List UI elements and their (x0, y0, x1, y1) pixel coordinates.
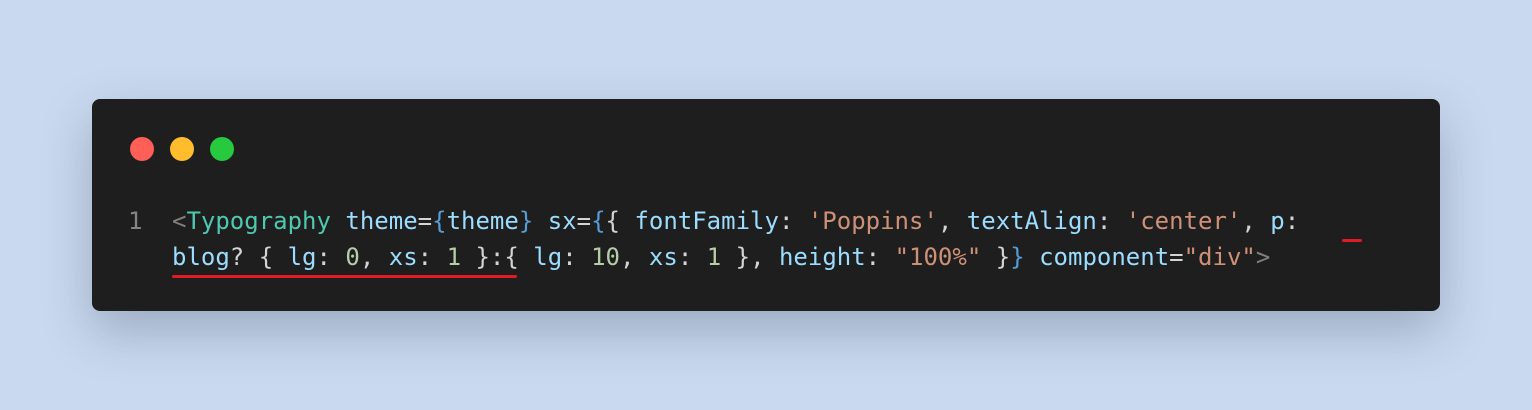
code-token: "div" (1183, 243, 1256, 271)
code-token: 1 (446, 243, 462, 271)
code-token: { (605, 207, 635, 235)
code-token: = (576, 207, 592, 235)
code-token: = (1169, 243, 1184, 271)
code-token: Typography (186, 207, 331, 235)
minimize-button[interactable] (170, 137, 194, 161)
code-token: : (677, 243, 707, 271)
code-token: : (1096, 207, 1126, 235)
code-token: theme (345, 207, 418, 235)
code-token: ? { (229, 243, 288, 271)
code-token: 1 (706, 243, 722, 271)
code-token: component (1039, 243, 1170, 271)
code-token: : (778, 207, 808, 235)
code-block: 1 <Typography theme={theme} sx={{ fontFa… (128, 203, 1408, 383)
code-token: { (591, 207, 606, 235)
code-token: } (1010, 243, 1025, 271)
code-token: 0 (345, 243, 360, 271)
code-token: : (562, 243, 592, 271)
line-number: 1 (128, 207, 143, 235)
code-token: textAlign (966, 207, 1097, 235)
code-token: 'center' (1125, 207, 1242, 235)
code-token: > (1255, 243, 1271, 271)
maximize-button[interactable] (210, 137, 234, 161)
code-window: 1 <Typography theme={theme} sx={{ fontFa… (92, 99, 1440, 311)
code-token: lg (533, 243, 563, 271)
code-token: 'Poppins' (807, 207, 938, 235)
code-token: }:{ (461, 243, 534, 271)
code-token: { (432, 207, 447, 235)
code-token: lg (287, 243, 317, 271)
code-token: sx (547, 207, 577, 235)
code-line-1: <Typography theme={theme} sx={{ fontFami… (172, 203, 1299, 239)
code-line-2: blog? { lg: 0, xs: 1 }:{ lg: 10, xs: 1 }… (172, 239, 1270, 275)
code-token: = (417, 207, 433, 235)
code-token: : (417, 243, 447, 271)
code-token: p (1270, 207, 1285, 235)
code-token: : (316, 243, 346, 271)
code-token: } (981, 243, 1011, 271)
code-token: 10 (591, 243, 620, 271)
code-token: xs (648, 243, 678, 271)
code-token: } (518, 207, 534, 235)
code-token: , (359, 243, 389, 271)
code-token: : (1284, 207, 1300, 235)
annotation-underline-p (1342, 239, 1362, 242)
code-token: , (1241, 207, 1271, 235)
code-token: xs (388, 243, 418, 271)
annotation-underline-blog-expression (172, 275, 517, 278)
code-token: < (172, 207, 187, 235)
code-token: blog (172, 243, 230, 271)
code-token: fontFamily (634, 207, 779, 235)
code-token: "100%" (894, 243, 982, 271)
code-token: }, (721, 243, 779, 271)
close-button[interactable] (130, 137, 154, 161)
code-token: , (620, 243, 649, 271)
code-token: , (937, 207, 967, 235)
code-token: height (778, 243, 866, 271)
code-token: : (865, 243, 895, 271)
code-token: theme (446, 207, 519, 235)
